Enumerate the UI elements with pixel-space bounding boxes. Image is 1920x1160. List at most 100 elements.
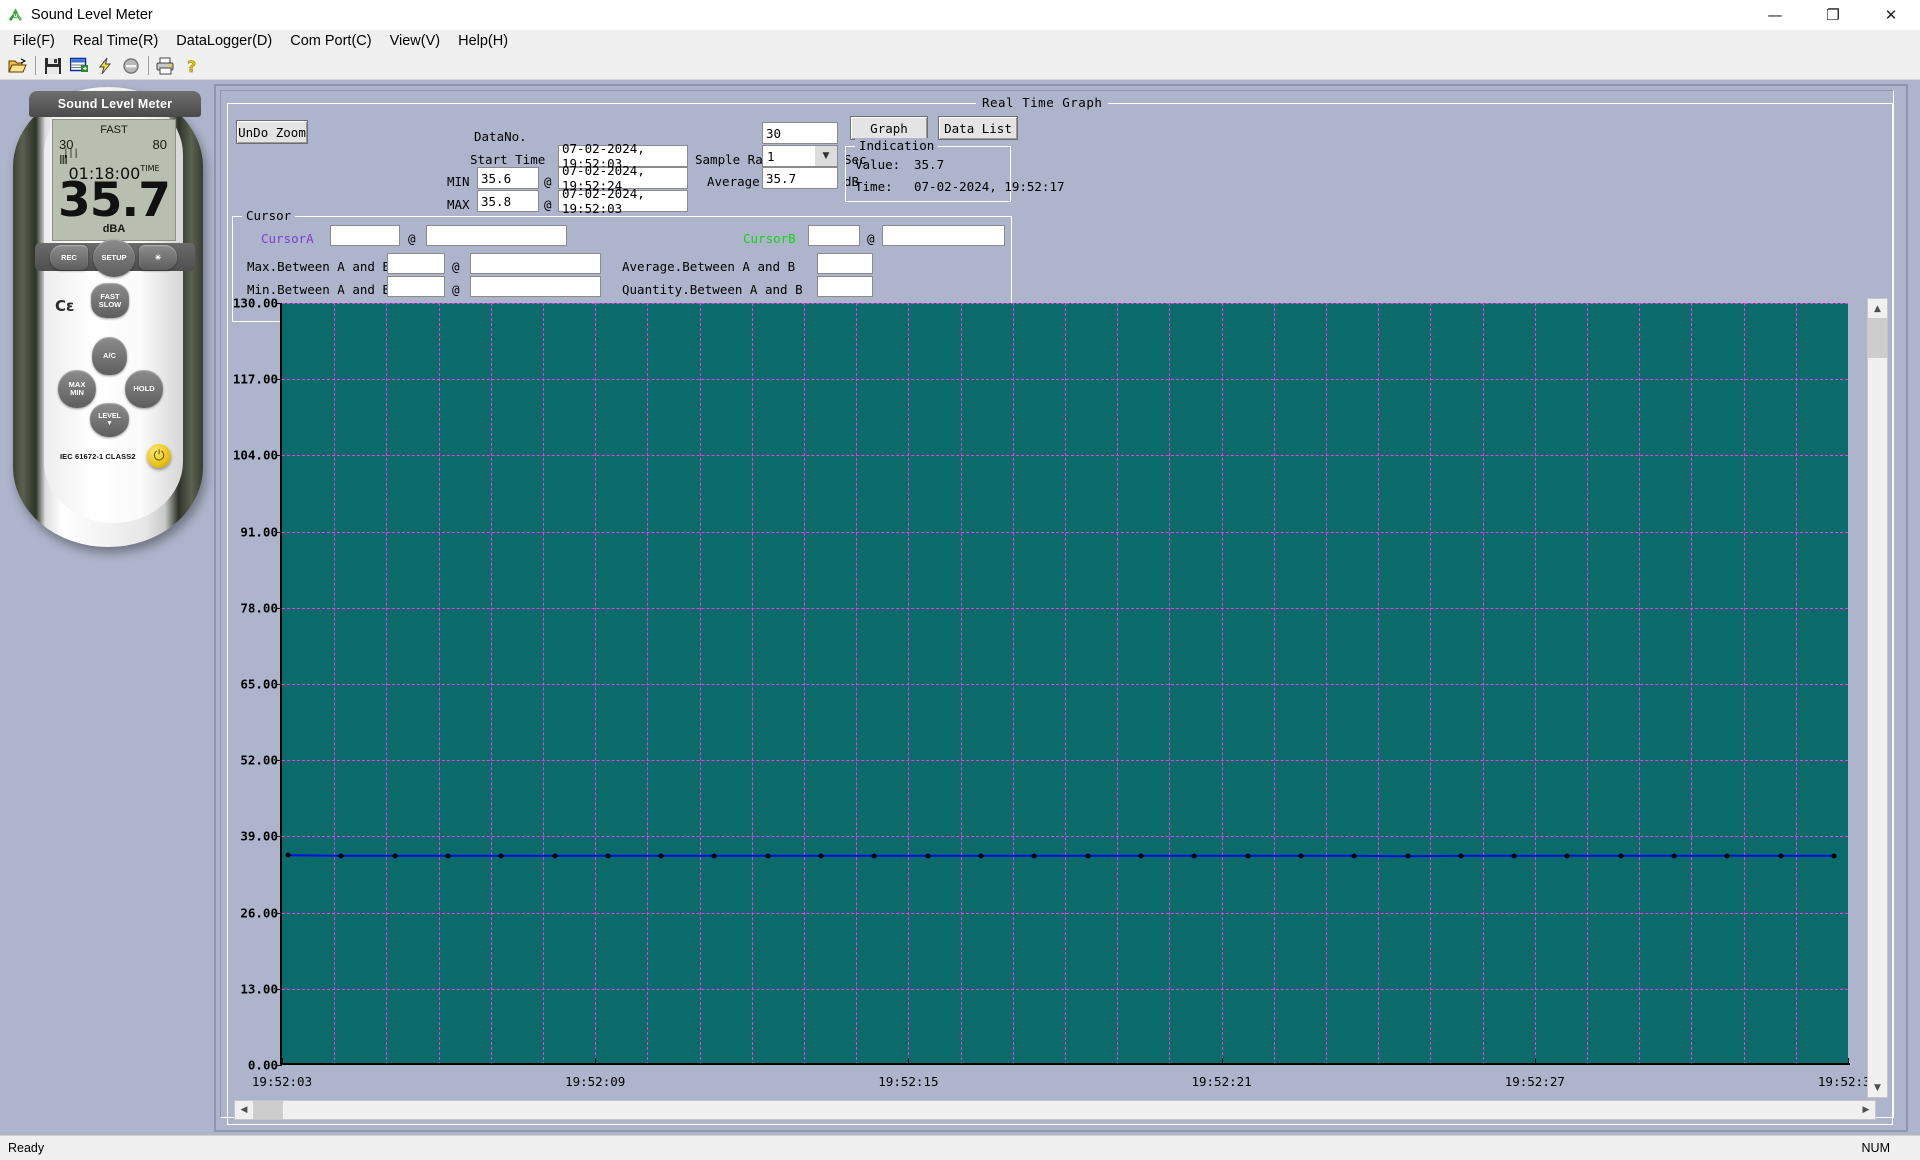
window-controls: — ❐ ✕	[1746, 0, 1920, 30]
start-logging-icon[interactable]	[92, 53, 118, 78]
cursor-b-label: CursorB	[743, 231, 796, 246]
y-axis-tick-label: 91.00	[240, 524, 278, 540]
data-point-marker	[871, 853, 877, 859]
indication-value: 35.7	[914, 157, 945, 172]
device-photo: Sound Level Meter FAST 30 80 ▕▕▕ ||||| 0…	[8, 84, 213, 554]
lcd-unit: dBA	[102, 223, 126, 235]
device-standard-label: IEC 61672-1 CLASS2	[60, 452, 136, 461]
save-icon[interactable]	[40, 53, 66, 78]
x-axis-tick-label: 19:52:21	[1191, 1074, 1252, 1089]
data-point-marker	[1245, 853, 1251, 859]
max-at-symbol: @	[544, 197, 552, 212]
max-between-time-field[interactable]	[470, 253, 601, 274]
y-axis-tick-label: 52.00	[240, 752, 278, 768]
y-axis-tick-label: 26.00	[240, 905, 278, 921]
y-axis-tick-label: 0.00	[247, 1057, 278, 1073]
cursor-b-at-symbol: @	[867, 231, 875, 246]
horizontal-scroll-thumb[interactable]	[253, 1101, 283, 1119]
data-point-marker	[1671, 853, 1677, 859]
vertical-scrollbar[interactable]: ▲ ▼	[1867, 298, 1888, 1098]
device-ac-button[interactable]: A/C	[92, 337, 127, 375]
sample-rate-select[interactable]: 1 ▼	[762, 145, 838, 167]
menu-help[interactable]: Help(H)	[449, 31, 517, 51]
data-point-marker	[392, 853, 398, 859]
minimize-button[interactable]: —	[1746, 0, 1804, 30]
maximize-button[interactable]: ❐	[1804, 0, 1862, 30]
data-point-marker	[658, 853, 664, 859]
data-list-tab-button[interactable]: Data List	[938, 116, 1018, 140]
status-num-indicator: NUM	[1861, 1141, 1890, 1155]
menu-datalogger[interactable]: DataLogger(D)	[167, 31, 281, 51]
status-message: Ready	[8, 1141, 45, 1155]
sample-rate-value: 1	[767, 148, 775, 164]
max-time-field[interactable]: 07-02-2024, 19:52:03	[558, 186, 688, 216]
device-hold-button[interactable]: HOLD	[125, 370, 163, 408]
average-field[interactable]: 35.7	[762, 167, 838, 189]
menu-com-port[interactable]: Com Port(C)	[281, 31, 380, 51]
toolbar: ?	[0, 52, 1920, 79]
scroll-up-arrow-icon[interactable]: ▲	[1868, 299, 1887, 318]
stop-logging-icon[interactable]	[118, 53, 144, 78]
lcd-time-label: TIME	[140, 164, 160, 173]
scroll-left-arrow-icon[interactable]: ◀	[235, 1101, 253, 1119]
horizontal-scrollbar[interactable]: ◀ ▶	[234, 1100, 1876, 1120]
menu-file[interactable]: File(F)	[4, 31, 64, 51]
data-point-marker	[445, 853, 451, 859]
indication-title: Indication	[855, 138, 939, 153]
power-icon[interactable]: ⏻	[147, 444, 171, 468]
average-between-field[interactable]	[817, 253, 873, 274]
datano-field[interactable]: 30	[762, 122, 838, 144]
min-at-symbol: @	[544, 174, 552, 189]
graph-inner-frame: Real Time Graph UnDo Zoom DataNo. 30 Gra…	[220, 90, 1894, 1125]
min-value-field[interactable]: 35.6	[477, 167, 539, 189]
print-icon[interactable]	[153, 53, 179, 78]
plot-area[interactable]	[276, 303, 1849, 1066]
real-time-graph-group: Real Time Graph UnDo Zoom DataNo. 30 Gra…	[227, 95, 1893, 1125]
data-point-marker	[1298, 853, 1304, 859]
data-point-marker	[1031, 853, 1037, 859]
scroll-right-arrow-icon[interactable]: ▶	[1857, 1101, 1875, 1119]
chevron-down-icon[interactable]: ▼	[815, 146, 837, 166]
vertical-scroll-thumb[interactable]	[1868, 318, 1887, 358]
svg-text:?: ?	[187, 57, 196, 75]
export-table-icon[interactable]	[66, 53, 92, 78]
max-between-value-field[interactable]	[387, 253, 445, 274]
toolbar-separator	[35, 56, 36, 75]
cursor-a-value-field[interactable]	[330, 225, 400, 246]
menu-view[interactable]: View(V)	[381, 31, 450, 51]
device-level-button[interactable]: LEVEL ▼	[90, 403, 129, 437]
close-button[interactable]: ✕	[1862, 0, 1920, 30]
device-setup-button[interactable]: SETUP	[93, 239, 135, 277]
menu-real-time[interactable]: Real Time(R)	[64, 31, 167, 51]
scroll-down-arrow-icon[interactable]: ▼	[1868, 1078, 1887, 1097]
device-rec-button[interactable]: REC	[50, 245, 88, 270]
device-max-min-button[interactable]: MAX MIN	[58, 370, 96, 408]
data-point-marker	[1618, 853, 1624, 859]
data-point-marker	[1405, 853, 1411, 859]
cursor-a-time-field[interactable]	[426, 225, 567, 246]
data-point-marker	[552, 853, 558, 859]
cursor-b-value-field[interactable]	[808, 225, 860, 246]
open-file-icon[interactable]	[5, 53, 31, 78]
device-fast-slow-button[interactable]: FAST SLOW	[91, 283, 129, 318]
max-between-label: Max.Between A and B	[247, 259, 390, 274]
max-value-field[interactable]: 35.8	[477, 190, 539, 212]
ce-mark-icon: Cε	[55, 297, 75, 315]
graph-tab-button[interactable]: Graph	[850, 116, 928, 140]
average-between-label: Average.Between A and B	[622, 259, 796, 274]
x-axis-tick-label: 19:52:09	[565, 1074, 626, 1089]
cursor-b-time-field[interactable]	[882, 225, 1005, 246]
data-point-marker	[1724, 853, 1730, 859]
recycle-icon	[9, 7, 22, 20]
help-icon[interactable]: ?	[179, 53, 205, 78]
max-label: MAX	[447, 197, 470, 212]
data-point-marker	[1564, 853, 1570, 859]
device-body: Sound Level Meter FAST 30 80 ▕▕▕ ||||| 0…	[13, 87, 203, 547]
undo-zoom-button[interactable]: UnDo Zoom	[236, 120, 308, 144]
chart[interactable]: 0.00 13.00 26.00 39.00 52.00 65.00 78.00 91.00 1…	[233, 294, 1888, 1114]
data-point-marker	[818, 853, 824, 859]
indication-group: Indication Value: 35.7 Time: 07-02-2024,…	[845, 138, 1065, 202]
device-backlight-button[interactable]: ☀	[139, 245, 177, 270]
window-title: Sound Level Meter	[31, 7, 153, 23]
lcd-range-high: 80	[152, 137, 167, 152]
